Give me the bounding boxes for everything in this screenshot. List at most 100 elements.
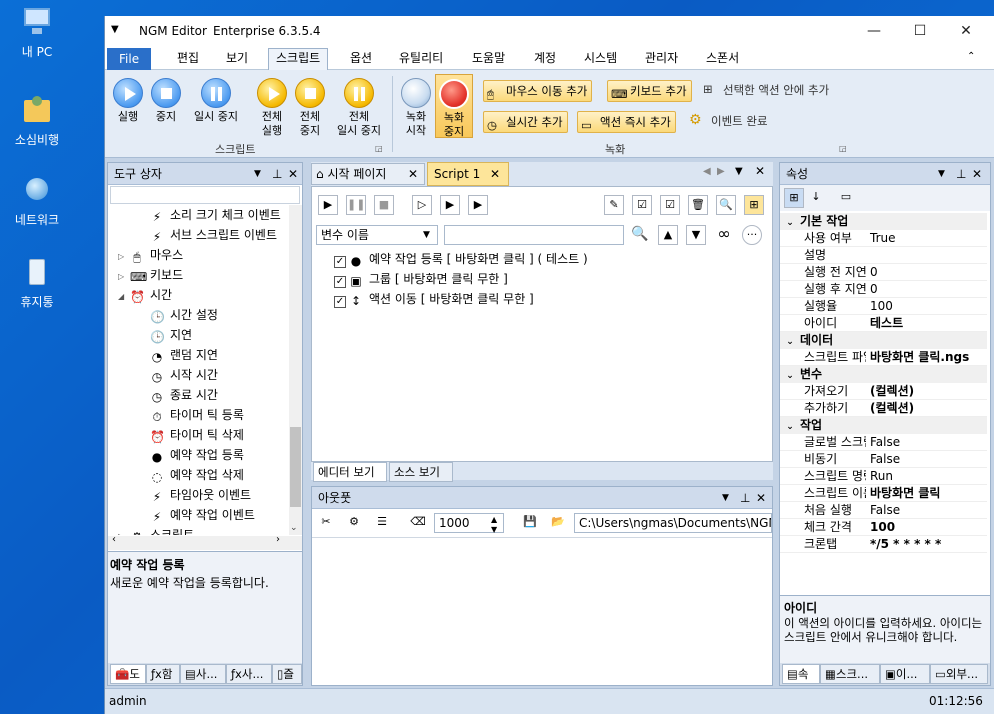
record-start-button[interactable]: 녹화 시작 <box>399 78 433 138</box>
toolbox-search-input[interactable] <box>110 186 300 204</box>
toolbox-item[interactable]: ⏰ 타이머 틱 삭제 <box>150 425 244 445</box>
tab-properties[interactable]: ▤속 <box>782 664 820 684</box>
search-button[interactable]: 🔍 <box>630 225 650 245</box>
close-button[interactable]: ✕ <box>943 16 989 46</box>
pause-button[interactable]: 일시 중지 <box>189 78 243 124</box>
property-value[interactable]: False <box>870 434 900 451</box>
property-row[interactable]: 처음 실행 False <box>780 502 987 519</box>
tab-editor-view[interactable]: 에디터 보기 <box>313 462 387 482</box>
property-value[interactable]: True <box>870 230 896 247</box>
toolbox-item[interactable]: ▷ ⌨ 키보드 <box>118 265 183 285</box>
check-selected-icon[interactable]: ☑ <box>660 195 680 215</box>
menu-system[interactable]: 시스템 <box>577 49 624 70</box>
menu-file[interactable]: File <box>107 48 152 70</box>
stop-all-button[interactable]: 전체 중지 <box>293 78 327 138</box>
categorized-icon[interactable]: ⊞ <box>784 188 804 208</box>
close-icon[interactable]: ✕ <box>756 487 766 509</box>
log-limit-stepper[interactable]: 1000 ▲ ▼ <box>434 513 504 534</box>
save-icon[interactable]: 💾 <box>520 513 540 533</box>
toolbox-item[interactable]: ⚡ 예약 작업 이벤트 <box>150 505 255 525</box>
toolbox-item[interactable]: 🕒 시간 설정 <box>150 305 218 325</box>
event-complete-button[interactable]: ⚙ 이벤트 완료 <box>689 112 768 129</box>
dropdown-icon[interactable]: ▼ <box>938 163 945 185</box>
scroll-left-icon[interactable]: ‹ <box>112 534 116 545</box>
menu-help[interactable]: 도움말 <box>465 49 512 70</box>
variable-input[interactable] <box>444 225 624 245</box>
add-mouse-move-button[interactable]: 🖱 마우스 이동 추가 <box>483 80 593 102</box>
desktop-icon-this-pc[interactable]: 내 PC <box>6 6 68 60</box>
property-category[interactable]: ⌄ 데이터 <box>780 332 987 349</box>
group-launcher-icon[interactable]: ◲ <box>839 144 847 153</box>
property-value[interactable]: 0 <box>870 264 878 281</box>
desktop-icon-recycle-bin[interactable]: 휴지통 <box>6 256 68 310</box>
property-row[interactable]: 가져오기 (컬렉션) <box>780 383 987 400</box>
property-value[interactable]: False <box>870 451 900 468</box>
tab-list-icon[interactable]: ▼ <box>735 166 743 177</box>
toolbox-item[interactable]: ◷ 시작 시간 <box>150 365 218 385</box>
property-value[interactable]: */5 * * * * * <box>870 536 941 553</box>
property-row[interactable]: 비동기 False <box>780 451 987 468</box>
tab-user-functions[interactable]: ƒx사... <box>226 664 272 684</box>
toolbox-hscrollbar[interactable]: ‹ › <box>108 534 302 550</box>
add-action-now-button[interactable]: ▭ 액션 즉시 추가 <box>577 111 676 133</box>
toolbox-item[interactable]: ● 예약 작업 등록 <box>150 445 244 465</box>
toolbox-item[interactable]: ◢ ⏰ 시간 <box>118 285 172 305</box>
pause-button[interactable]: ❚❚ <box>346 195 366 215</box>
property-row[interactable]: 실행 후 지연 0 <box>780 281 987 298</box>
menu-utility[interactable]: 유틸리티 <box>392 49 450 70</box>
toolbox-item[interactable]: ◔ 랜덤 지연 <box>150 345 218 365</box>
search-icon[interactable]: 🔍 <box>716 195 736 215</box>
clean-icon[interactable]: ✂ <box>316 513 336 533</box>
toolbox-item[interactable]: ⏱ 타이머 틱 등록 <box>150 405 244 425</box>
run-selected-button[interactable]: ▶ <box>468 195 488 215</box>
property-category[interactable]: ⌄ 작업 <box>780 417 987 434</box>
property-row[interactable]: 실행율 100 <box>780 298 987 315</box>
tab-scripts[interactable]: ▦스크... <box>820 664 880 684</box>
property-value[interactable]: (컬렉션) <box>870 383 914 400</box>
move-up-button[interactable]: ▲ <box>658 225 678 245</box>
run-button[interactable]: 실행 <box>111 78 145 124</box>
property-row[interactable]: 글로벌 스크립트 False <box>780 434 987 451</box>
toolbox-item[interactable]: ◷ 종료 시간 <box>150 385 218 405</box>
tab-source-view[interactable]: 소스 보기 <box>389 462 453 482</box>
tree-view-icon[interactable]: ⊞ <box>744 195 764 215</box>
toolbox-item[interactable]: ▷⚙ 스크립트 <box>118 525 194 535</box>
property-value[interactable]: Run <box>870 468 893 485</box>
tab-functions[interactable]: ƒx함 <box>146 664 180 684</box>
pin-icon[interactable]: ⊥ <box>272 163 282 185</box>
toolbox-item[interactable]: ⚡ 타임아웃 이벤트 <box>150 485 251 505</box>
folder-icon[interactable]: 📂 <box>548 513 568 533</box>
log-path-input[interactable]: C:\Users\ngmas\Documents\NGM6\ <box>574 513 772 533</box>
step-button[interactable]: ▷ <box>412 195 432 215</box>
menu-sponsor[interactable]: 스폰서 <box>699 49 746 70</box>
pin-icon[interactable]: ⊥ <box>740 487 750 509</box>
menu-view[interactable]: 보기 <box>219 49 255 70</box>
record-stop-button[interactable]: 녹화 중지 <box>435 74 473 138</box>
add-realtime-button[interactable]: ◷ 실시간 추가 <box>483 111 568 133</box>
desktop-icon-user-folder[interactable]: 소심비행 <box>6 94 68 148</box>
action-row[interactable]: ✓ ▣ 그룹 [ 바탕화면 클릭 무한 ] <box>334 269 508 289</box>
edit-icon[interactable]: ✎ <box>604 195 624 215</box>
expander-icon[interactable]: ▷ <box>118 527 130 535</box>
menu-account[interactable]: 계정 <box>527 49 563 70</box>
run-all-button[interactable]: 전체 실행 <box>255 78 289 138</box>
property-value[interactable]: 0 <box>870 281 878 298</box>
stop-button[interactable]: 중지 <box>149 78 183 124</box>
list-icon[interactable]: ☰ <box>372 513 392 533</box>
maximize-button[interactable]: ☐ <box>897 16 943 46</box>
menu-edit[interactable]: 편집 <box>170 49 206 70</box>
pause-all-button[interactable]: 전체 일시 중지 <box>331 78 387 138</box>
run-from-button[interactable]: ▶ <box>440 195 460 215</box>
action-checkbox[interactable]: ✓ <box>334 256 346 268</box>
expander-icon[interactable]: ▷ <box>118 247 130 267</box>
close-icon[interactable]: ✕ <box>288 163 298 185</box>
close-editor-icon[interactable]: ✕ <box>755 164 765 178</box>
toolbox-item[interactable]: ⚡ 서브 스크립트 이벤트 <box>150 225 277 245</box>
scroll-down-icon[interactable]: ⌄ <box>290 523 298 533</box>
tab-toolbox[interactable]: 🧰도 <box>110 664 146 684</box>
menu-script[interactable]: 스크립트 <box>268 48 329 71</box>
add-keyboard-button[interactable]: ⌨ 키보드 추가 <box>607 80 692 102</box>
property-value[interactable]: 바탕화면 클릭.ngs <box>870 349 969 366</box>
close-tab-icon[interactable]: ✕ <box>490 163 500 185</box>
dropdown-icon[interactable]: ▼ <box>722 487 729 509</box>
